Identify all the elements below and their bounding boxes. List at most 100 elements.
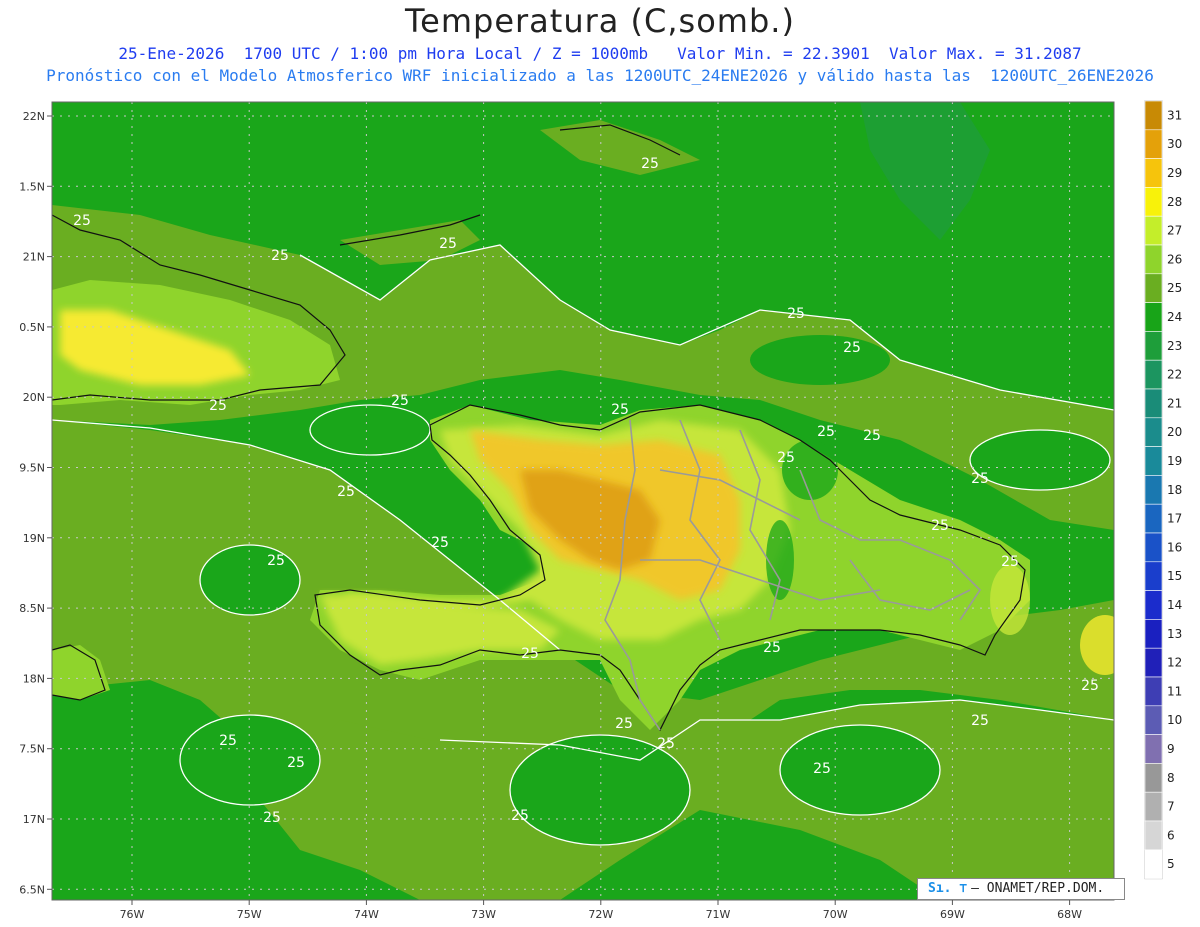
contour-label: 25 (817, 424, 835, 440)
colorbar-label: 10 (1167, 713, 1182, 727)
colorbar-swatch (1144, 215, 1163, 246)
colorbar-swatch (1144, 705, 1163, 735)
colorbar-swatch (1144, 734, 1163, 764)
colorbar-label: 5 (1167, 857, 1175, 871)
colorbar-label: 16 (1167, 540, 1182, 554)
colorbar-swatch (1144, 129, 1163, 159)
lon-label: 68W (1057, 908, 1082, 921)
contour-label: 25 (1081, 678, 1099, 694)
colorbar-label: 25 (1167, 281, 1182, 295)
colorbar-label: 28 (1167, 195, 1182, 209)
contour-label: 25 (337, 484, 355, 500)
lon-label: 69W (940, 908, 965, 921)
lat-label: 21N (23, 251, 45, 264)
colorbar-label: 8 (1167, 771, 1175, 785)
colorbar-swatch (1144, 331, 1163, 361)
colorbar-label: 27 (1167, 224, 1182, 238)
contour-label: 25 (521, 646, 539, 662)
contour-label: 25 (763, 640, 781, 656)
colorbar-label: 31 (1167, 108, 1182, 122)
colorbar-swatch (1144, 273, 1163, 303)
colorbar-swatch (1144, 820, 1163, 851)
colorbar-label: 19 (1167, 454, 1182, 468)
credit-box: Sı. ⊤ – ONAMET/REP.DOM. (917, 878, 1125, 900)
sea-patch (750, 335, 890, 385)
colorbar-label: 24 (1167, 310, 1182, 324)
colorbar-swatch (1144, 417, 1163, 447)
contour-label: 25 (657, 736, 675, 752)
colorbar-label: 14 (1167, 598, 1182, 612)
lat-label: 9.5N (19, 462, 45, 475)
puerto-rico-warm-patch (1080, 615, 1114, 675)
colorbar-label: 12 (1167, 656, 1182, 670)
contour-label: 25 (971, 471, 989, 487)
colorbar-label: 17 (1167, 512, 1182, 526)
colorbar-swatch (1144, 244, 1163, 275)
colorbar-label: 11 (1167, 684, 1182, 698)
colorbar-label: 23 (1167, 339, 1182, 353)
lat-label: 18N (23, 672, 45, 685)
lat-label: 22N (23, 110, 45, 123)
colorbar: 31 30 29 28 27 26 25 24 23 22 21 20 19 18 17 16 15 14 13 12… (1144, 100, 1182, 880)
lat-label: 6.5N (19, 883, 45, 896)
contour-label: 25 (931, 518, 949, 534)
colorbar-label: 9 (1167, 742, 1175, 756)
contour-label: 25 (971, 713, 989, 729)
colorbar-label: 22 (1167, 368, 1182, 382)
colorbar-label: 18 (1167, 483, 1182, 497)
colorbar-swatch (1144, 763, 1163, 793)
colorbar-swatch (1144, 647, 1163, 678)
lon-label: 71W (706, 908, 731, 921)
contour-label: 25 (777, 450, 795, 466)
lat-label: 17N (23, 813, 45, 826)
lat-label: 1.5N (19, 180, 45, 193)
contour-label: 25 (73, 213, 91, 229)
lon-label: 72W (588, 908, 613, 921)
contour-label: 25 (611, 402, 629, 418)
lat-label: 7.5N (19, 743, 45, 756)
contour-label: 25 (641, 156, 659, 172)
colorbar-swatch (1144, 619, 1163, 649)
colorbar-swatch (1144, 475, 1163, 505)
contour-label: 25 (511, 808, 529, 824)
colorbar-swatch (1144, 100, 1163, 131)
onamet-logo: Sı. ⊤ (928, 881, 968, 896)
contour-label: 25 (863, 428, 881, 444)
lon-label: 76W (120, 908, 145, 921)
contour-label: 25 (787, 306, 805, 322)
contour-label: 25 (615, 716, 633, 732)
contour-label: 25 (1001, 554, 1019, 570)
contour-label: 25 (267, 553, 285, 569)
lon-label: 73W (471, 908, 496, 921)
colorbar-swatch (1144, 187, 1163, 217)
colorbar-swatch (1144, 158, 1163, 188)
colorbar-swatch (1144, 532, 1163, 563)
contour-label: 25 (271, 248, 289, 264)
colorbar-label: 30 (1167, 137, 1182, 151)
longitude-labels: 76W 75W 74W 73W 72W 71W 70W 69W 68W (120, 900, 1082, 921)
contour-label: 25 (263, 810, 281, 826)
colorbar-label: 15 (1167, 569, 1182, 583)
colorbar-label: 6 (1167, 828, 1175, 842)
lon-label: 75W (237, 908, 262, 921)
contour-label: 25 (391, 393, 409, 409)
colorbar-swatch (1144, 359, 1163, 390)
contour-label: 25 (431, 535, 449, 551)
lat-label: 20N (23, 391, 45, 404)
colorbar-label: 26 (1167, 252, 1182, 266)
lat-label: 8.5N (19, 602, 45, 615)
colorbar-label: 13 (1167, 627, 1182, 641)
credit-text: – ONAMET/REP.DOM. (971, 881, 1105, 896)
latitude-labels: 22N 1.5N 21N 0.5N 20N 9.5N 19N 8.5N 18N 7.5N 17N 6.… (19, 110, 52, 896)
colorbar-label: 7 (1167, 800, 1175, 814)
valley-cool-patch (766, 520, 794, 600)
colorbar-swatch (1144, 503, 1163, 534)
lon-label: 74W (354, 908, 379, 921)
colorbar-swatch (1144, 791, 1163, 822)
contour-label: 25 (439, 236, 457, 252)
lat-label: 0.5N (19, 321, 45, 334)
colorbar-swatch (1144, 590, 1163, 620)
colorbar-swatch (1144, 849, 1163, 879)
lat-label: 19N (23, 532, 45, 545)
lon-label: 70W (823, 908, 848, 921)
